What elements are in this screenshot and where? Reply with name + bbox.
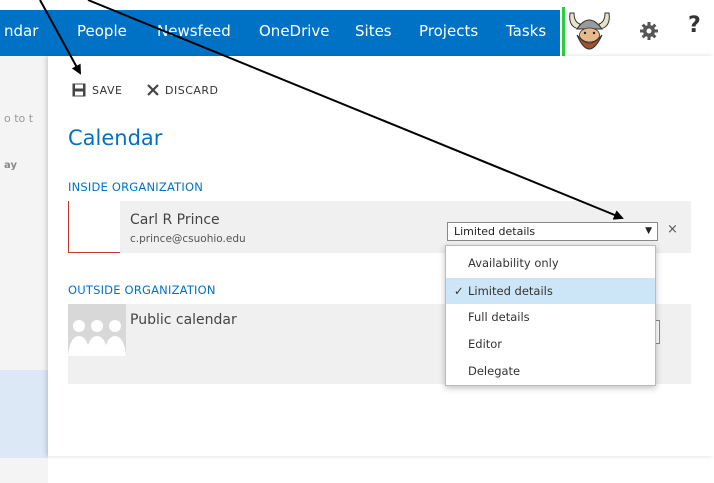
contact-name: Carl R Prince xyxy=(130,212,220,228)
discard-label: DISCARD xyxy=(165,83,219,97)
page-title: Calendar xyxy=(68,126,163,150)
floppy-disk-icon xyxy=(72,83,86,97)
inside-organization-heading: INSIDE ORGANIZATION xyxy=(68,180,203,194)
avatar[interactable] xyxy=(562,7,617,57)
gear-icon xyxy=(640,22,658,40)
close-icon xyxy=(147,84,159,96)
option-full-details[interactable]: Full details xyxy=(446,304,655,330)
option-availability-only[interactable]: Availability only xyxy=(446,250,655,276)
permission-select[interactable]: Limited details ▼ xyxy=(447,222,658,241)
public-calendar-label: Public calendar xyxy=(130,312,237,328)
background-text: ay xyxy=(4,160,17,171)
group-people-icon xyxy=(68,304,126,356)
save-label: SAVE xyxy=(92,83,123,97)
nav-bar: ndar People Newsfeed OneDrive Sites Proj… xyxy=(0,10,560,56)
viking-avatar-icon xyxy=(562,7,617,57)
option-label: Full details xyxy=(468,310,530,324)
background-panel-section xyxy=(0,370,48,458)
option-limited-details[interactable]: ✓ Limited details xyxy=(446,278,655,304)
checkmark-icon: ✓ xyxy=(454,284,464,298)
contact-email: c.prince@csuohio.edu xyxy=(130,233,246,245)
option-label: Delegate xyxy=(468,364,521,378)
save-button[interactable]: SAVE xyxy=(72,80,122,100)
permission-select-value: Limited details xyxy=(454,225,536,238)
option-delegate[interactable]: Delegate xyxy=(446,358,655,384)
nav-item-people[interactable]: People xyxy=(77,22,127,40)
remove-permission-button[interactable]: × xyxy=(667,222,678,237)
background-text: o to t xyxy=(4,112,34,125)
chevron-down-icon: ▼ xyxy=(645,226,652,236)
option-label: Limited details xyxy=(468,284,553,298)
nav-item-projects[interactable]: Projects xyxy=(419,22,478,40)
outside-organization-heading: OUTSIDE ORGANIZATION xyxy=(68,283,216,297)
nav-item-newsfeed[interactable]: Newsfeed xyxy=(157,22,231,40)
option-label: Availability only xyxy=(468,256,559,270)
settings-button[interactable] xyxy=(637,19,661,43)
nav-item-tasks[interactable]: Tasks xyxy=(506,22,546,40)
contact-photo-placeholder xyxy=(68,201,120,253)
nav-item-calendar[interactable]: ndar xyxy=(4,22,38,40)
option-editor[interactable]: Editor xyxy=(446,331,655,357)
permission-dropdown-menu: Availability only ✓ Limited details Full… xyxy=(445,245,656,386)
nav-item-sites[interactable]: Sites xyxy=(355,22,392,40)
nav-item-onedrive[interactable]: OneDrive xyxy=(259,22,330,40)
discard-button[interactable]: DISCARD xyxy=(147,80,219,100)
option-label: Editor xyxy=(468,337,503,351)
help-button[interactable]: ? xyxy=(688,13,701,38)
